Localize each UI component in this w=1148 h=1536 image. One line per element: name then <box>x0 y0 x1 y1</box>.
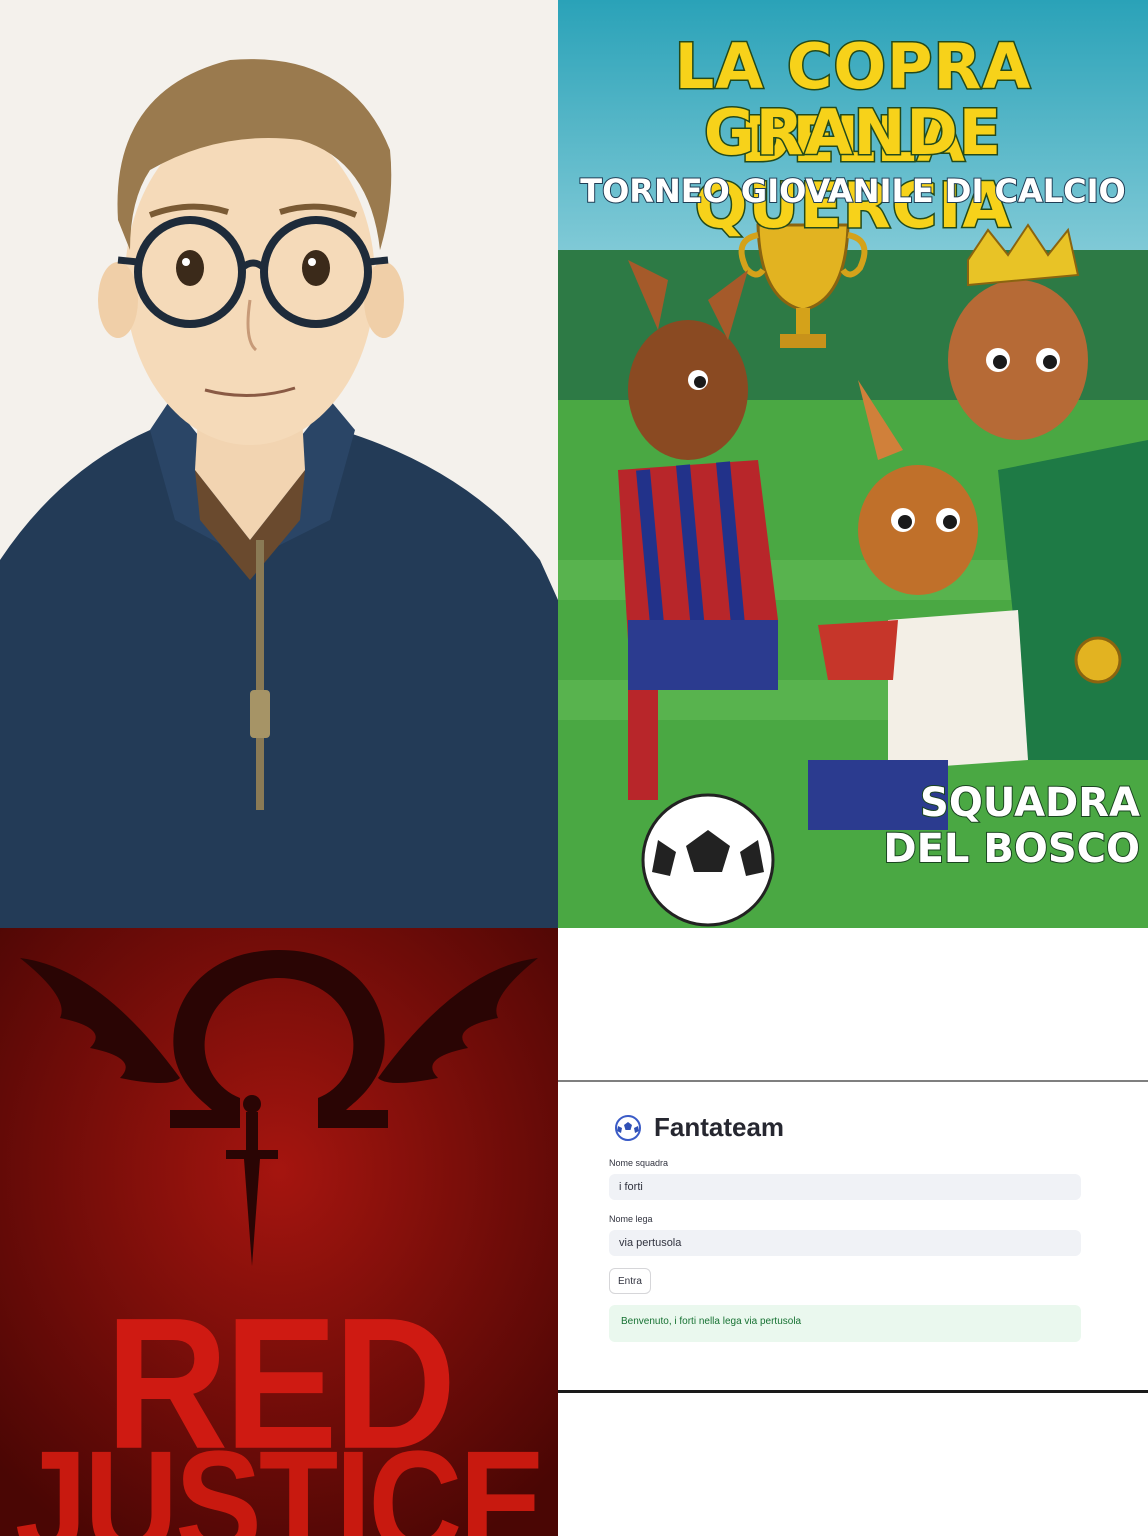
poster-team-line-1: SQUADRA <box>919 779 1141 827</box>
success-message: Benvenuto, i forti nella lega via pertus… <box>609 1305 1081 1342</box>
enter-button[interactable]: Entra <box>609 1268 651 1294</box>
app-panel: Fantateam Nome squadra i forti Nome lega… <box>558 1080 1148 1393</box>
poster-subtitle: TORNEO GIOVANILE DI CALCIO <box>579 171 1126 211</box>
fantateam-app-screenshot: Fantateam Nome squadra i forti Nome lega… <box>558 928 1148 1536</box>
portrait-figure <box>0 0 558 928</box>
app-title: Fantateam <box>654 1112 785 1142</box>
tournament-poster: LA COPRA DELLA GRANDE QUERCIA TORNEO GIO… <box>558 0 1148 928</box>
team-name-value: i forti <box>619 1181 643 1193</box>
poster-title-line-2: GRANDE QUERCIA <box>693 95 1012 244</box>
success-message-text: Benvenuto, i forti nella lega via pertus… <box>621 1316 802 1327</box>
red-justice-poster: RED JUSTICE <box>0 928 558 1536</box>
league-name-label: Nome lega <box>609 1214 653 1224</box>
team-name-input[interactable]: i forti <box>609 1174 1081 1200</box>
red-justice-title-line-2: JUSTICE <box>14 1419 546 1536</box>
portrait-illustration <box>0 0 558 928</box>
poster-team-line-2: DEL BOSCO <box>882 825 1141 873</box>
soccer-ball-icon <box>614 1114 642 1142</box>
team-name-label: Nome squadra <box>609 1158 669 1168</box>
app-header: Fantateam <box>614 1112 784 1143</box>
league-name-value: via pertusola <box>619 1237 682 1249</box>
league-name-input[interactable]: via pertusola <box>609 1230 1081 1256</box>
